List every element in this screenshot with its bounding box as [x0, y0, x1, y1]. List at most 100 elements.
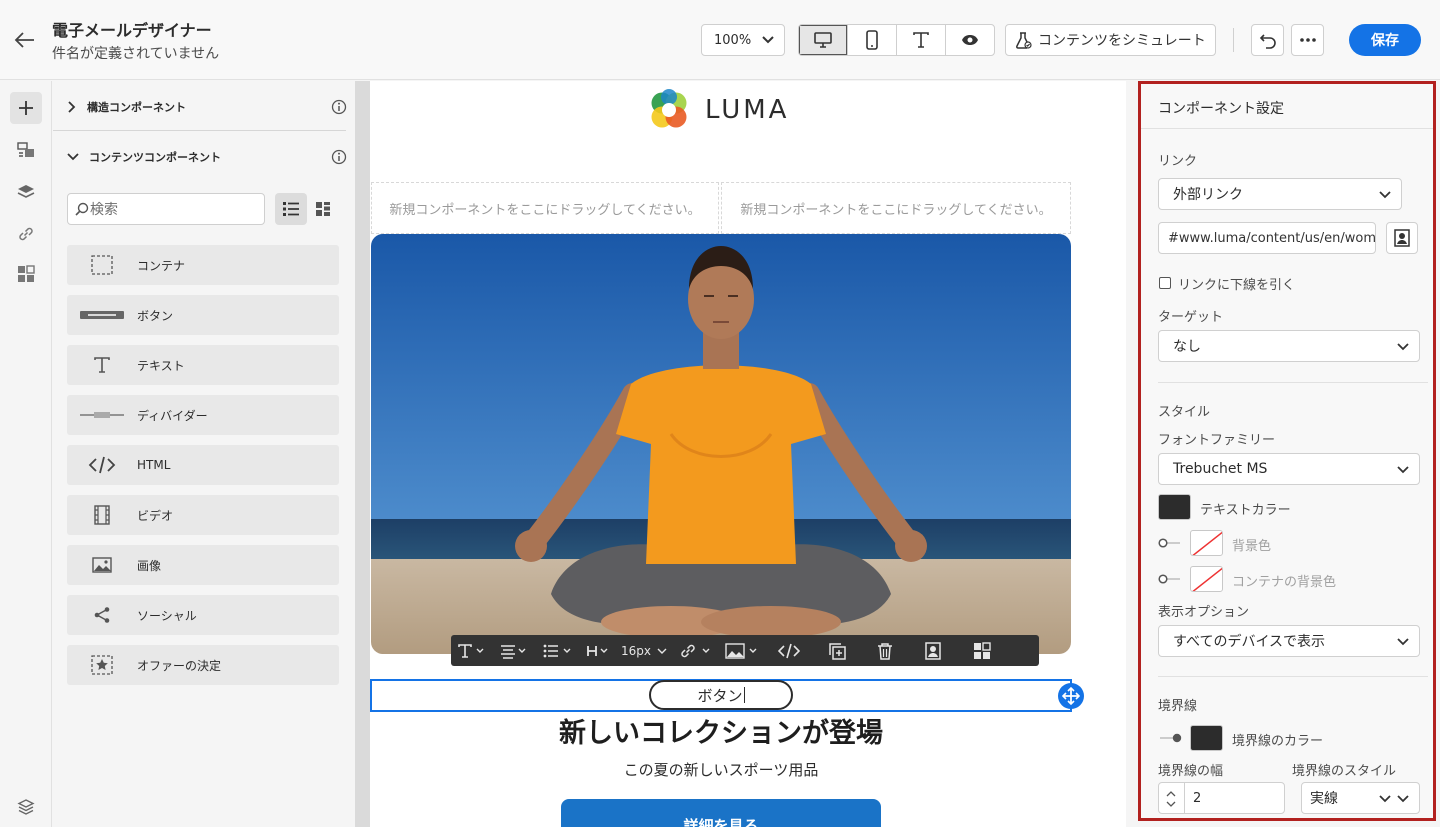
panel-scrollbar[interactable]: [355, 81, 370, 827]
save-button[interactable]: 保存: [1349, 24, 1421, 56]
display-options-value: すべてのデバイスで表示: [1173, 634, 1326, 650]
font-family-select[interactable]: Trebuchet MS: [1158, 453, 1420, 485]
content-components-title: コンテンツコンポーネント: [89, 151, 221, 164]
desktop-view-button[interactable]: [799, 25, 848, 55]
divider-icon: [80, 412, 124, 418]
border-color-swatch[interactable]: [1190, 725, 1223, 751]
border-color-toggle[interactable]: [1158, 733, 1182, 743]
component-video[interactable]: ビデオ: [67, 495, 339, 535]
layers-button[interactable]: [10, 176, 42, 208]
assets-button[interactable]: [10, 258, 42, 290]
text-color-label: テキストカラー: [1200, 503, 1291, 518]
image-menu[interactable]: [719, 635, 765, 666]
component-html[interactable]: HTML: [67, 445, 339, 485]
text-color-swatch[interactable]: [1158, 494, 1191, 520]
hero-image[interactable]: [371, 234, 1071, 654]
target-select[interactable]: なし: [1158, 330, 1420, 362]
mobile-view-button[interactable]: [848, 25, 897, 55]
settings-divider: [1158, 676, 1428, 677]
font-size-menu[interactable]: 16px: [617, 635, 673, 666]
border-style-select[interactable]: 実線: [1301, 782, 1420, 814]
component-label: ビデオ: [137, 508, 174, 523]
hero-yoga-image: [371, 234, 1071, 654]
preview-button[interactable]: [946, 25, 994, 55]
desktop-icon: [814, 32, 832, 48]
list-view-toggle[interactable]: [275, 193, 307, 225]
back-arrow-icon[interactable]: [12, 28, 38, 52]
layers-icon: [17, 185, 35, 198]
mobile-icon: [866, 30, 878, 50]
section-divider: [53, 130, 346, 131]
rich-text-toolbar: 16px: [451, 635, 1039, 666]
container-bg-toggle[interactable]: [1158, 574, 1182, 584]
align-menu[interactable]: [493, 635, 535, 666]
button-text[interactable]: ボタン: [697, 685, 742, 706]
font-family-value: Trebuchet MS: [1173, 461, 1268, 477]
bg-color-toggle[interactable]: [1158, 538, 1182, 548]
layers-bottom-button[interactable]: [10, 791, 42, 823]
cta-button[interactable]: 詳細を見る: [561, 799, 881, 827]
link-label: リンク: [1158, 154, 1198, 169]
info-icon[interactable]: [331, 149, 347, 165]
drop-zone-left[interactable]: 新規コンポーネントをここにドラッグしてください。: [371, 182, 719, 234]
border-width-value: 2: [1193, 791, 1202, 806]
undo-button[interactable]: [1251, 24, 1284, 56]
text-style-menu[interactable]: [451, 635, 493, 666]
border-width-stepper[interactable]: 2: [1158, 782, 1285, 814]
underline-checkbox[interactable]: [1159, 277, 1171, 289]
simulate-content-button[interactable]: コンテンツをシミュレート: [1005, 24, 1216, 56]
list-menu[interactable]: [535, 635, 581, 666]
structure-components-header[interactable]: 構造コンポーネント: [67, 95, 347, 119]
logo-text: LUMA: [705, 95, 790, 125]
grid-view-toggle[interactable]: [308, 193, 338, 225]
component-text[interactable]: テキスト: [67, 345, 339, 385]
component-label: テキスト: [137, 358, 185, 373]
more-actions-button[interactable]: [1291, 24, 1324, 56]
move-handle[interactable]: [1058, 683, 1084, 709]
grid-icon: [18, 265, 35, 282]
save-fragment-button[interactable]: [909, 635, 957, 666]
component-image[interactable]: 画像: [67, 545, 339, 585]
text-view-button[interactable]: [897, 25, 946, 55]
content-components-header[interactable]: コンテンツコンポーネント: [67, 145, 347, 169]
structure-components-title: 構造コンポーネント: [87, 101, 186, 114]
email-subheadline[interactable]: この夏の新しいスポーツ用品: [370, 759, 1072, 780]
drop-zone-right[interactable]: 新規コンポーネントをここにドラッグしてください。: [721, 182, 1071, 234]
heading-menu[interactable]: [581, 635, 617, 666]
bg-color-swatch[interactable]: [1190, 530, 1223, 556]
zoom-select[interactable]: 100%: [701, 24, 785, 56]
component-search-input[interactable]: 検索: [67, 193, 265, 225]
fragments-button[interactable]: [10, 134, 42, 166]
target-label: ターゲット: [1158, 310, 1224, 325]
display-options-select[interactable]: すべてのデバイスで表示: [1158, 625, 1420, 657]
image-icon: [725, 642, 757, 659]
component-container[interactable]: コンテナ: [67, 245, 339, 285]
component-button[interactable]: ボタン: [67, 295, 339, 335]
container-bg-swatch[interactable]: [1190, 566, 1223, 592]
video-icon: [94, 505, 110, 525]
email-headline[interactable]: 新しいコレクションが登場: [370, 711, 1072, 750]
delete-button[interactable]: [861, 635, 909, 666]
url-input[interactable]: #www.luma/content/us/en/women.html: [1158, 222, 1376, 254]
container-icon: [91, 255, 113, 275]
settings-divider: [1141, 128, 1433, 129]
fragment-grid-button[interactable]: [957, 635, 1007, 666]
component-social[interactable]: ソーシャル: [67, 595, 339, 635]
zoom-value: 100%: [714, 33, 752, 48]
align-center-icon: [501, 644, 526, 659]
component-divider[interactable]: ディバイダー: [67, 395, 339, 435]
device-preview-group: [798, 24, 995, 56]
undo-icon: [1259, 34, 1276, 49]
stepper-arrows-icon[interactable]: [1165, 789, 1177, 809]
component-offer-decision[interactable]: オファーの決定: [67, 645, 339, 685]
underline-label: リンクに下線を引く: [1178, 278, 1296, 293]
button-component[interactable]: ボタン: [649, 680, 793, 710]
select-asset-button[interactable]: [1386, 222, 1418, 254]
source-code-button[interactable]: [765, 635, 813, 666]
link-menu[interactable]: [673, 635, 719, 666]
add-components-button[interactable]: [10, 92, 42, 124]
link-type-select[interactable]: 外部リンク: [1158, 178, 1402, 210]
info-icon[interactable]: [331, 99, 347, 115]
links-button[interactable]: [10, 218, 42, 250]
duplicate-button[interactable]: [813, 635, 861, 666]
